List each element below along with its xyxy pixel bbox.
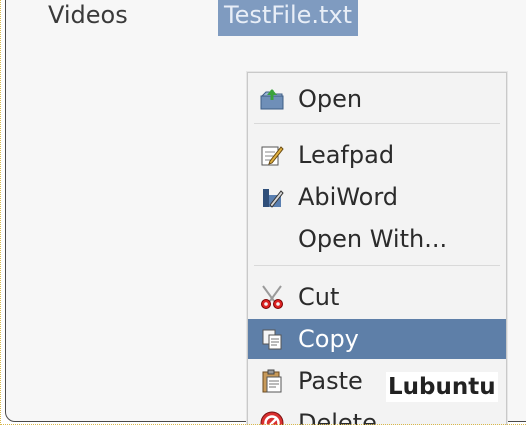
menu-item-leafpad[interactable]: Leafpad: [248, 135, 506, 175]
menu-item-cut-label: Cut: [298, 283, 340, 311]
menu-item-abiword[interactable]: AbiWord: [248, 177, 506, 217]
paste-icon: [258, 367, 286, 395]
menu-item-copy[interactable]: Copy: [248, 319, 506, 359]
leafpad-icon: [258, 141, 286, 169]
menu-item-open-with-label: Open With...: [298, 225, 448, 253]
menu-item-open[interactable]: Open: [248, 79, 506, 119]
menu-item-leafpad-label: Leafpad: [298, 141, 395, 169]
screenshot-stage: Videos TestFile.txt Open Leafpad AbiWord…: [0, 0, 526, 425]
menu-item-cut[interactable]: Cut: [248, 277, 506, 317]
frame-border-left: [0, 0, 1, 425]
menu-item-open-with[interactable]: Open With...: [248, 219, 506, 259]
menu-item-abiword-label: AbiWord: [298, 183, 399, 211]
copy-icon: [258, 325, 286, 353]
menu-item-open-label: Open: [298, 85, 363, 113]
menu-item-delete[interactable]: Delete: [248, 403, 506, 425]
menu-separator: [254, 123, 500, 124]
selected-file[interactable]: TestFile.txt: [218, 0, 359, 36]
abiword-icon: [258, 183, 286, 211]
menu-item-paste-label: Paste: [298, 367, 363, 395]
lubuntu-caption: Lubuntu: [386, 372, 498, 402]
folder-open-icon: [258, 85, 286, 113]
scissors-icon: [258, 283, 286, 311]
delete-icon: [258, 409, 286, 425]
sidebar-item-videos[interactable]: Videos: [48, 0, 128, 30]
menu-item-delete-label: Delete: [298, 409, 377, 425]
menu-item-copy-label: Copy: [298, 325, 359, 353]
menu-separator: [254, 265, 500, 266]
